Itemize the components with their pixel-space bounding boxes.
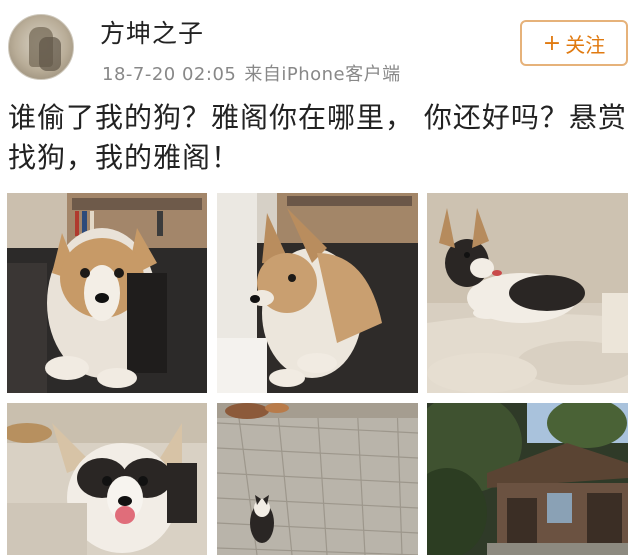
photo-garden-house[interactable] (427, 403, 628, 555)
photo-corgi-on-sofa-front[interactable] (7, 193, 207, 393)
username[interactable]: 方坤之子 (100, 14, 204, 50)
plus-icon: + (542, 30, 562, 56)
avatar-figure-shadow (39, 37, 61, 71)
follow-label: 关注 (565, 32, 606, 57)
post-timestamp: 18-7-20 02:05 (102, 64, 237, 85)
post-source[interactable]: 来自iPhone客户端 (244, 64, 400, 85)
post-text: 谁偷了我的狗？雅阁你在哪里， 你还好吗？悬赏找狗，我的雅阁！ (8, 101, 627, 174)
photo-corgi-on-sofa-side[interactable] (217, 193, 418, 393)
photo-2-image (217, 193, 418, 393)
photo-corgi-puppy-closeup[interactable] (7, 403, 207, 555)
follow-button[interactable]: + 关注 (520, 20, 628, 66)
photo-stone-pavement-with-corgi[interactable] (217, 403, 418, 555)
photo-5-image (217, 403, 418, 555)
photo-grid (7, 193, 633, 555)
post-header: 方坤之子 18-7-20 02:05 来自iPhone客户端 + 关注 (0, 0, 640, 92)
post-meta: 18-7-20 02:05 来自iPhone客户端 (102, 60, 401, 86)
photo-4-image (7, 403, 207, 555)
avatar[interactable] (8, 14, 74, 80)
photo-3-image (427, 193, 628, 393)
photo-corgi-lying-on-cushion[interactable] (427, 193, 628, 393)
photo-1-image (7, 193, 207, 393)
photo-6-image (427, 403, 628, 555)
